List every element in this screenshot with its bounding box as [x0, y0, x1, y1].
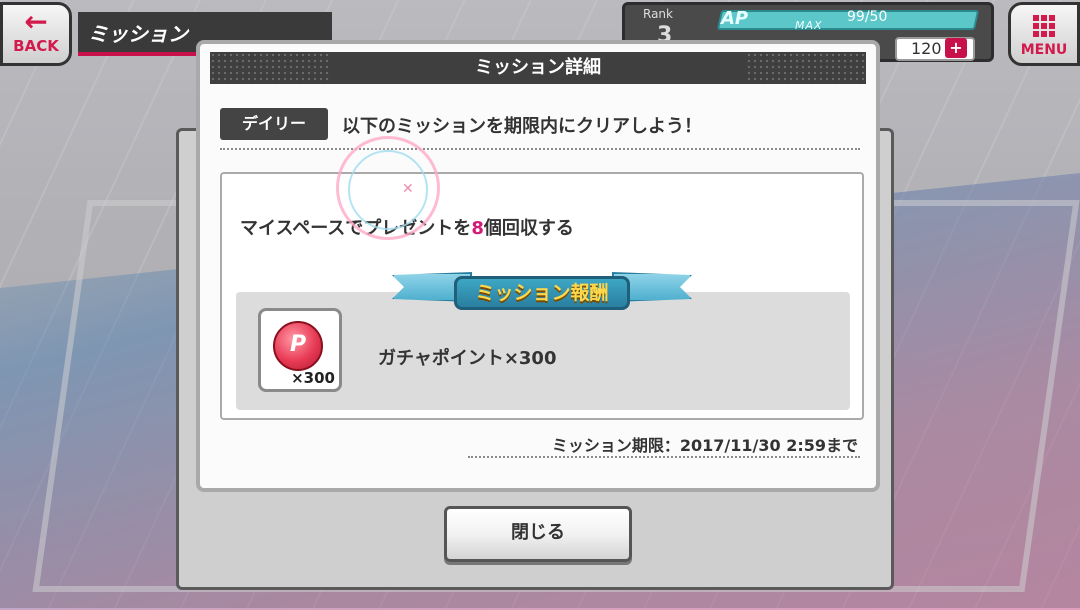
mission-count: 8: [471, 218, 484, 239]
divider: [220, 148, 860, 150]
back-button[interactable]: ← BACK: [0, 2, 72, 66]
grid-icon: [1033, 15, 1055, 37]
mission-deadline: ミッション期限：2017/11/30 2:59まで: [551, 436, 858, 455]
touch-point-icon: ✕: [402, 181, 414, 197]
reward-coin: P: [273, 321, 323, 371]
add-coin-button[interactable]: +: [945, 38, 967, 58]
mission-detail-modal: ミッション詳細 デイリー 以下のミッションを期限内にクリアしよう！ マイスペース…: [196, 40, 880, 492]
coin-value: 120: [911, 39, 942, 58]
rank-label: Rank: [643, 7, 673, 21]
back-label: BACK: [13, 37, 59, 55]
category-badge: デイリー: [220, 108, 328, 140]
mission-desc-suffix: 個回収する: [483, 218, 574, 239]
touch-ripple-inner: [348, 150, 428, 230]
close-button[interactable]: 閉じる: [444, 506, 632, 562]
ap-label: AP: [721, 8, 749, 29]
reward-ribbon: ミッション報酬: [392, 266, 692, 320]
divider-deadline: [468, 456, 860, 458]
mission-box: マイスペースでプレゼントを8個回収する P ×300 ガチャポイント×300 ミ…: [220, 172, 864, 420]
ap-value: 99/50: [847, 9, 888, 25]
modal-title: ミッション詳細: [210, 52, 866, 84]
reward-icon-qty: ×300: [291, 369, 335, 387]
gacha-point-coin-icon: P ×300: [258, 308, 342, 392]
arrow-left-icon: ←: [24, 5, 48, 38]
reward-name: ガチャポイント×300: [378, 348, 557, 369]
reward-ribbon-label: ミッション報酬: [454, 276, 630, 310]
menu-label: MENU: [1020, 42, 1068, 58]
intro-text: 以下のミッションを期限内にクリアしよう！: [342, 116, 702, 137]
ap-max-label: MAX: [795, 19, 823, 32]
menu-button[interactable]: MENU: [1008, 2, 1080, 66]
